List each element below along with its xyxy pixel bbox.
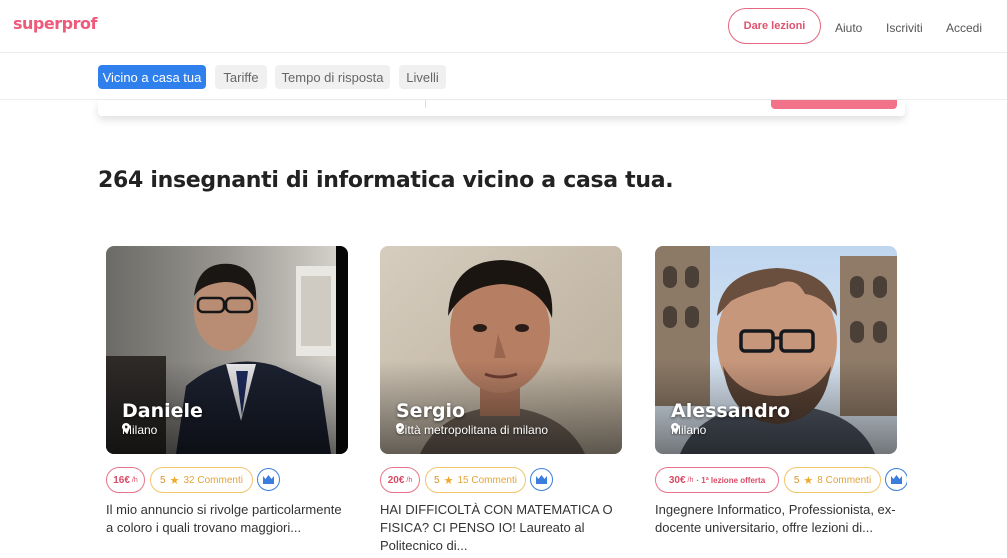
- price-badge: 20€/h: [380, 467, 420, 493]
- filter-tempo-di-risposta[interactable]: Tempo di risposta: [275, 65, 390, 89]
- rating-badge: 5 ★ 8 Commenti: [784, 467, 881, 493]
- price-value: 30€: [668, 474, 686, 486]
- teacher-badges: 20€/h 5 ★ 15 Commenti: [380, 467, 640, 493]
- rating-badge: 5 ★ 32 Commenti: [150, 467, 253, 493]
- price-unit: /h: [131, 476, 138, 484]
- price-unit: /h: [687, 476, 694, 484]
- rating-value: 5: [160, 474, 166, 486]
- teacher-location: Milano: [122, 423, 157, 437]
- crown-icon: [891, 475, 902, 484]
- filter-bar: Vicino a casa tua Tariffe Tempo di rispo…: [0, 53, 1007, 100]
- teacher-name: Alessandro: [671, 400, 791, 422]
- teacher-description[interactable]: Ingegnere Informatico, Professionista, e…: [655, 501, 897, 537]
- filter-vicino-a-casa[interactable]: Vicino a casa tua: [98, 65, 206, 89]
- filter-livelli[interactable]: Livelli: [399, 65, 446, 89]
- price-unit: /h: [406, 476, 413, 484]
- teacher-description[interactable]: HAI DIFFICOLTÀ CON MATEMATICA O FISICA? …: [380, 501, 622, 555]
- rating-value: 5: [434, 474, 440, 486]
- teacher-badges: 16€/h 5 ★ 32 Commenti: [106, 467, 366, 493]
- teacher-name: Sergio: [396, 400, 466, 422]
- crown-icon: [263, 475, 274, 484]
- dare-lezioni-button[interactable]: Dare lezioni: [728, 8, 821, 44]
- ambassador-badge-icon: [257, 468, 280, 491]
- price-badge: 30€/h · 1ª lezione offerta: [655, 467, 779, 493]
- teacher-location: Milano: [671, 423, 706, 437]
- teacher-badges: 30€/h · 1ª lezione offerta 5 ★ 8 Comment…: [655, 467, 907, 493]
- ambassador-badge-icon: [530, 468, 553, 491]
- price-value: 16€: [113, 474, 130, 486]
- teacher-location: Città metropolitana di milano: [396, 423, 548, 437]
- teacher-photo[interactable]: Sergio Città metropolitana di milano: [380, 246, 622, 454]
- search-divider: [425, 100, 426, 108]
- location-pin-icon: [671, 423, 679, 433]
- location-pin-icon: [122, 423, 130, 433]
- star-icon: ★: [803, 474, 814, 487]
- teacher-card[interactable]: Alessandro Milano 30€/h · 1ª lezione off…: [655, 246, 907, 535]
- teacher-description[interactable]: Il mio annuncio si rivolge particolarmen…: [106, 501, 348, 537]
- top-header: superprof Dare lezioni Aiuto Iscriviti A…: [0, 0, 1007, 53]
- rating-value: 5: [793, 474, 800, 486]
- location-pin-icon: [396, 423, 404, 433]
- ambassador-badge-icon: [885, 468, 907, 491]
- crown-icon: [536, 475, 547, 484]
- teacher-location-text: Città metropolitana di milano: [396, 423, 549, 437]
- search-button[interactable]: [771, 100, 897, 109]
- filter-tariffe[interactable]: Tariffe: [215, 65, 267, 89]
- first-lesson-offer: · 1ª lezione offerta: [696, 475, 766, 485]
- search-box: [98, 100, 905, 116]
- teacher-card[interactable]: Sergio Città metropolitana di milano 20€…: [380, 246, 622, 553]
- superprof-logo[interactable]: superprof: [13, 14, 97, 33]
- teacher-photo[interactable]: Daniele Milano: [106, 246, 348, 454]
- teacher-photo[interactable]: Alessandro Milano: [655, 246, 897, 454]
- nav-iscriviti-link[interactable]: Iscriviti: [886, 21, 923, 35]
- nav-accedi-link[interactable]: Accedi: [946, 21, 982, 35]
- star-icon: ★: [443, 474, 454, 487]
- star-icon: ★: [169, 474, 180, 487]
- nav-aiuto-link[interactable]: Aiuto: [835, 21, 862, 35]
- comments-count: 15 Commenti: [457, 474, 517, 486]
- results-heading: 264 insegnanti di informatica vicino a c…: [98, 168, 674, 193]
- price-value: 20€: [387, 474, 405, 486]
- comments-count: 8 Commenti: [817, 474, 872, 486]
- price-badge: 16€/h: [106, 467, 145, 493]
- teacher-name: Daniele: [122, 400, 203, 422]
- rating-badge: 5 ★ 15 Commenti: [425, 467, 526, 493]
- comments-count: 32 Commenti: [183, 474, 243, 486]
- teacher-card[interactable]: Daniele Milano 16€/h 5 ★ 32 Commenti Il …: [106, 246, 348, 535]
